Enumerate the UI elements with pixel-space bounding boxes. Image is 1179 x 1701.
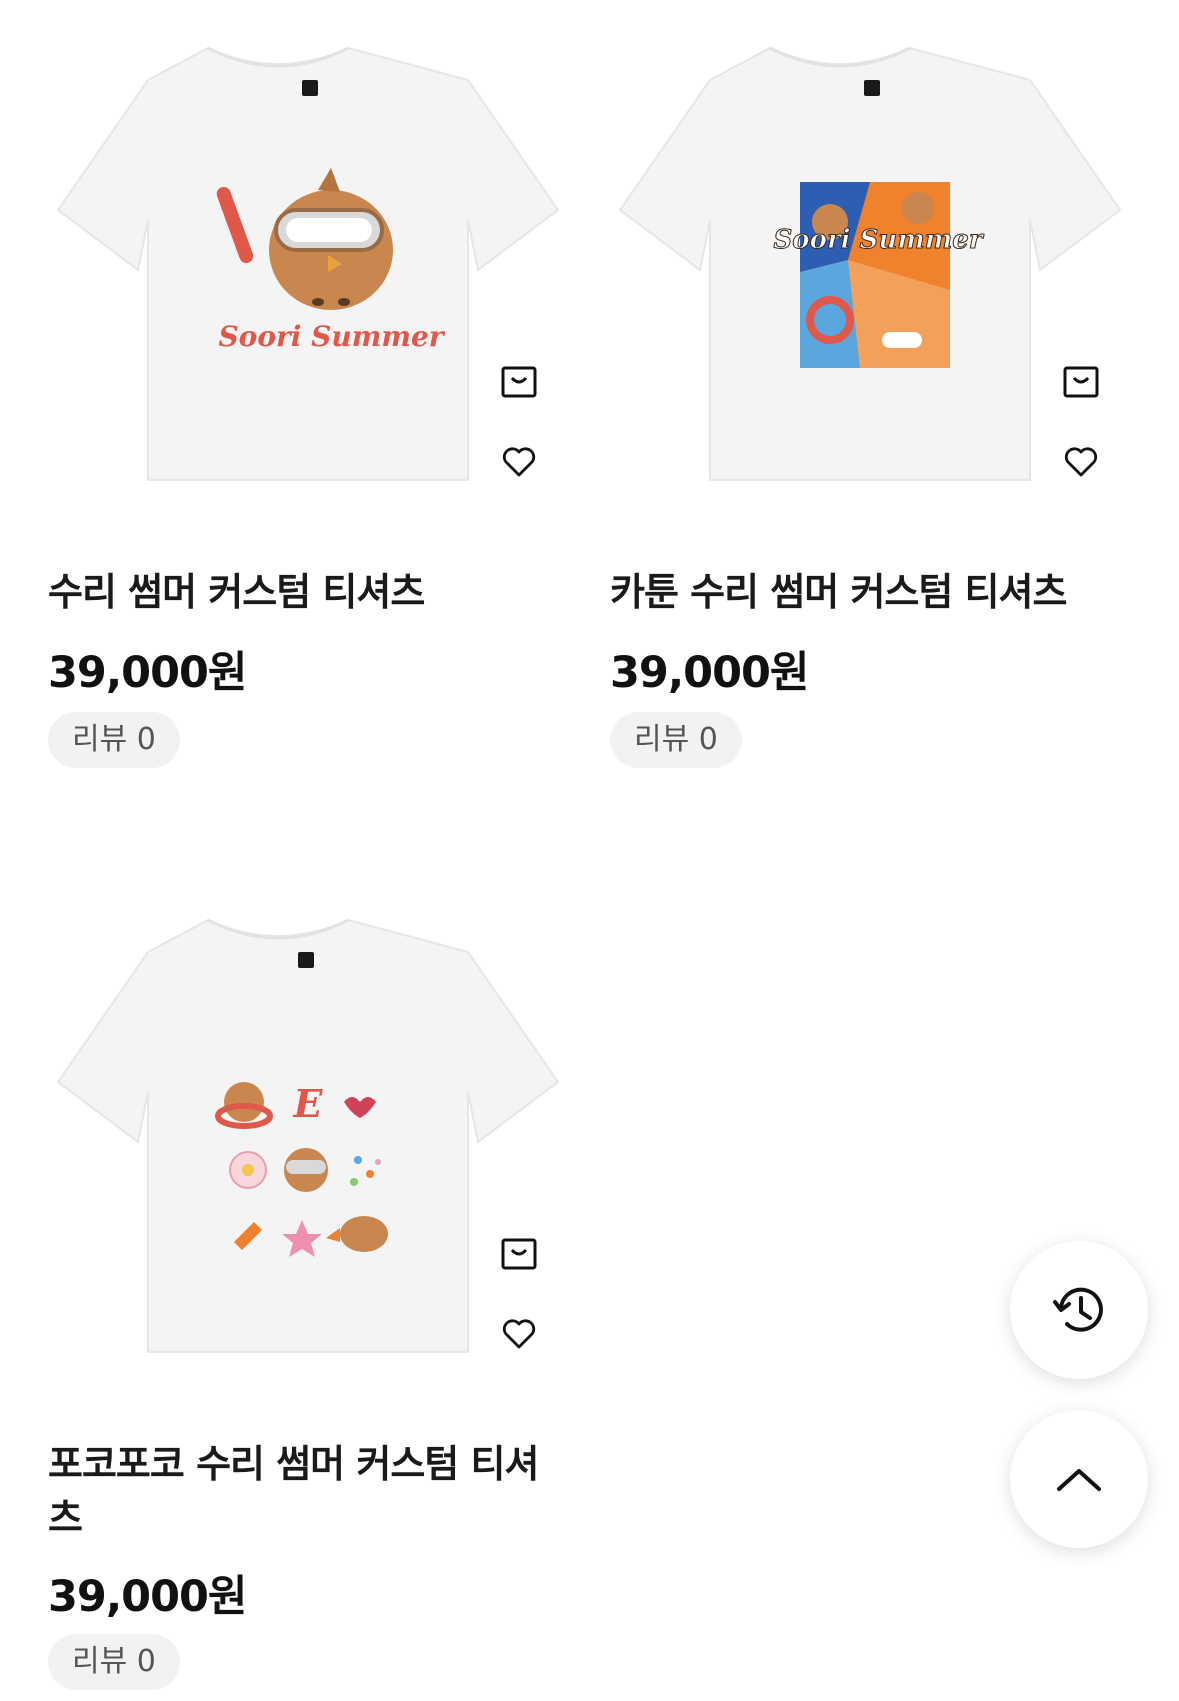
tshirt-image: Soori Summer — [56, 46, 560, 481]
product-title[interactable]: 수리 썸머 커스텀 티셔츠 — [48, 565, 568, 619]
product-card[interactable]: Soori Summer 수리 썸머 커스텀 티셔츠 39,000원 리뷰 0 — [48, 0, 568, 768]
wishlist-button[interactable] — [495, 1310, 543, 1358]
product-price: 39,000원 — [48, 648, 247, 698]
review-badge: 리뷰 0 — [48, 1634, 180, 1690]
wishlist-button[interactable] — [495, 438, 543, 486]
tshirt-image: E — [56, 918, 560, 1353]
recently-viewed-button[interactable] — [1010, 1241, 1148, 1379]
wishlist-button[interactable] — [1057, 438, 1105, 486]
product-card[interactable]: E 포코포코 수리 썸머 커스텀 티셔츠 39,000원 리뷰 0 — [48, 872, 568, 1690]
add-to-cart-button[interactable] — [495, 358, 543, 406]
scroll-to-top-button[interactable] — [1010, 1410, 1148, 1548]
product-image[interactable]: Soori Summer — [610, 0, 1130, 500]
heart-icon — [502, 447, 536, 477]
tshirt-image: Soori Summer — [618, 46, 1122, 481]
shopping-bag-icon — [1063, 366, 1099, 398]
product-image[interactable]: E — [48, 872, 568, 1372]
product-title[interactable]: 카툰 수리 썸머 커스텀 티셔츠 — [610, 565, 1130, 619]
print-text: Soori Summer — [773, 225, 984, 255]
add-to-cart-button[interactable] — [495, 1230, 543, 1278]
product-price: 39,000원 — [610, 648, 809, 698]
print-text: E — [293, 1081, 324, 1126]
shopping-bag-icon — [501, 1238, 537, 1270]
heart-icon — [502, 1319, 536, 1349]
chevron-up-icon — [1057, 1469, 1101, 1491]
product-title[interactable]: 포코포코 수리 썸머 커스텀 티셔츠 — [48, 1437, 568, 1545]
print-text: Soori Summer — [218, 320, 445, 353]
add-to-cart-button[interactable] — [1057, 358, 1105, 406]
history-icon — [1053, 1287, 1103, 1332]
product-price: 39,000원 — [48, 1572, 247, 1622]
shopping-bag-icon — [501, 366, 537, 398]
product-card[interactable]: Soori Summer 카툰 수리 썸머 커스텀 티셔츠 39,000원 리뷰… — [610, 0, 1130, 768]
review-badge: 리뷰 0 — [48, 712, 180, 768]
heart-icon — [1064, 447, 1098, 477]
review-badge: 리뷰 0 — [610, 712, 742, 768]
product-image[interactable]: Soori Summer — [48, 0, 568, 500]
